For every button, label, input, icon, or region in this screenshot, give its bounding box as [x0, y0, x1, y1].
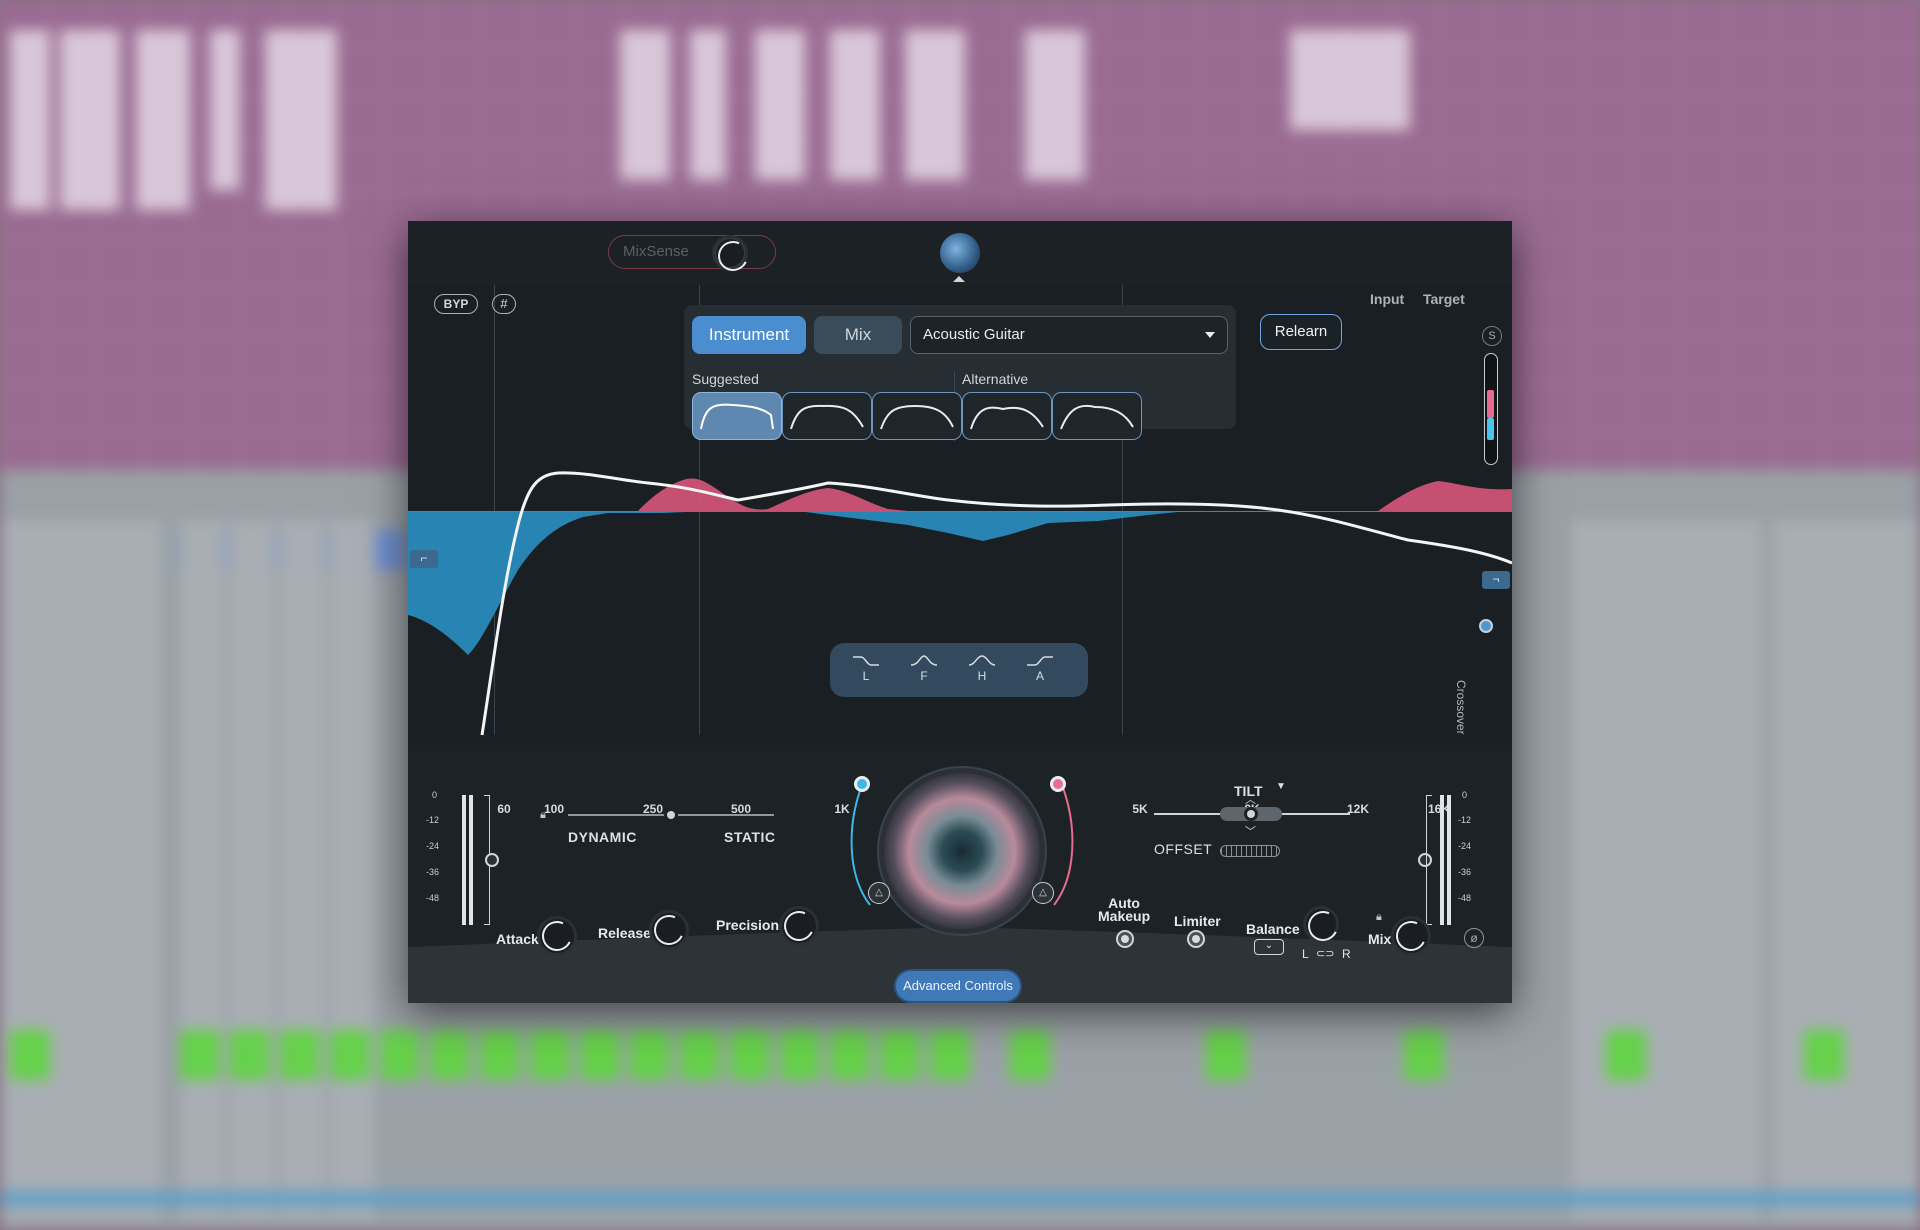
balance-mode-dropdown[interactable]: ⌄: [1254, 939, 1284, 955]
tab-instrument[interactable]: Instrument: [692, 316, 806, 354]
mode-letter: L: [862, 669, 870, 683]
lock-icon[interactable]: 🔒︎: [1376, 911, 1382, 924]
solo-button[interactable]: S: [1482, 326, 1502, 346]
preset-panel: Instrument Mix Acoustic Guitar Suggested…: [684, 305, 1236, 441]
mode-letter: F: [920, 669, 928, 683]
cut-area: [408, 511, 1512, 655]
eq-plugin-window: MixSense BYP # Input Target S Instrument: [408, 221, 1512, 1003]
mixsense-toggle[interactable]: MixSense: [608, 235, 776, 269]
crossover-label: Crossover: [1454, 680, 1468, 735]
mix-label: Mix: [1368, 931, 1392, 947]
preset-curve-thumbnail[interactable]: [692, 392, 782, 440]
auto-makeup-label: Auto Makeup: [1098, 895, 1151, 924]
low-shelf-icon: [853, 656, 879, 666]
chevron-down-icon[interactable]: ﹀: [1245, 823, 1256, 839]
low-triangle-icon[interactable]: △: [868, 882, 890, 904]
preset-curve-thumbnail[interactable]: [1052, 392, 1142, 440]
alternative-label: Alternative: [962, 371, 1029, 387]
instrument-dropdown-value: Acoustic Guitar: [923, 326, 1025, 343]
chevron-up-icon[interactable]: ︿: [1245, 791, 1256, 807]
dynamic-static-thumb[interactable]: [664, 808, 678, 822]
bell-filter-icon: [910, 655, 938, 666]
collapse-caret-icon[interactable]: [953, 276, 965, 282]
balance-label: Balance: [1246, 921, 1300, 937]
auto-makeup-toggle[interactable]: [1116, 930, 1134, 948]
offset-label: OFFSET: [1154, 841, 1213, 857]
bell-mode-button[interactable]: F: [906, 653, 942, 687]
mode-letter: H: [977, 669, 987, 683]
high-bell-mode-button[interactable]: H: [964, 653, 1000, 687]
chevron-down-icon[interactable]: ▼: [1276, 781, 1286, 792]
high-shelf-icon: [1027, 656, 1053, 666]
suggested-label: Suggested: [692, 371, 759, 387]
input-gain-handle[interactable]: [485, 853, 499, 867]
chevron-down-icon: [1205, 332, 1215, 338]
limiter-toggle[interactable]: [1187, 930, 1205, 948]
offset-slider[interactable]: [1220, 845, 1280, 857]
balance-right-label: R: [1342, 947, 1351, 961]
crossover-handle[interactable]: [1479, 619, 1493, 633]
lock-icon[interactable]: 🔒︎: [540, 809, 546, 822]
phase-invert-icon[interactable]: ø: [1464, 928, 1484, 948]
preset-curve-thumbnail[interactable]: [872, 392, 962, 440]
limiter-label: Limiter: [1174, 913, 1221, 929]
dynamic-label: DYNAMIC: [568, 829, 637, 845]
input-label[interactable]: Input: [1370, 291, 1404, 307]
plugin-header: MixSense: [408, 221, 1512, 286]
eq-mode-bar: L F H A: [830, 643, 1088, 697]
tilt-thumb[interactable]: [1244, 807, 1258, 821]
release-knob[interactable]: [652, 913, 686, 947]
precision-label: Precision: [716, 917, 780, 933]
high-triangle-icon[interactable]: △: [1032, 882, 1054, 904]
relearn-button[interactable]: Relearn: [1260, 314, 1342, 350]
high-cut-filter-icon[interactable]: ¬: [1482, 571, 1510, 589]
mixsense-label: MixSense: [623, 243, 689, 260]
low-shelf-mode-button[interactable]: L: [848, 653, 884, 687]
low-range-handle[interactable]: [854, 776, 870, 792]
plugin-logo-icon[interactable]: [940, 233, 980, 273]
low-cut-filter-icon[interactable]: ⌐: [410, 550, 438, 568]
mode-bar-pointer: [954, 689, 966, 695]
balance-knob[interactable]: [1306, 909, 1336, 939]
release-label: Release: [598, 925, 651, 941]
precision-knob[interactable]: [782, 909, 816, 943]
preset-curve-thumbnail[interactable]: [782, 392, 872, 440]
input-target-meter: [1484, 353, 1498, 465]
link-icon[interactable]: ⊂⊃: [1316, 947, 1334, 960]
control-section: 0 -12 -24 -36 -48 🔒︎ DYNAMIC STATIC △ △ …: [408, 751, 1512, 1003]
eq-display[interactable]: BYP # Input Target S Instrument Mix Acou…: [408, 285, 1512, 816]
mixsense-switch-knob: [715, 238, 745, 268]
boost-area: [1378, 481, 1512, 511]
mode-letter: A: [1035, 669, 1044, 683]
grid-toggle-icon[interactable]: #: [492, 294, 516, 314]
mix-knob[interactable]: [1394, 919, 1428, 953]
tab-mix[interactable]: Mix: [814, 316, 902, 354]
bypass-button[interactable]: BYP: [434, 294, 478, 314]
high-bell-icon: [968, 655, 996, 666]
balance-left-label: L: [1302, 947, 1309, 961]
static-label: STATIC: [724, 829, 776, 845]
attack-label: Attack: [496, 931, 539, 947]
attack-knob[interactable]: [540, 919, 574, 953]
preset-curve-thumbnail[interactable]: [962, 392, 1052, 440]
visualizer-orb: [884, 773, 1040, 929]
advanced-controls-button[interactable]: Advanced Controls: [896, 971, 1020, 1001]
instrument-dropdown[interactable]: Acoustic Guitar: [910, 316, 1228, 354]
high-shelf-mode-button[interactable]: A: [1022, 653, 1058, 687]
target-label[interactable]: Target: [1423, 291, 1465, 307]
high-range-handle[interactable]: [1050, 776, 1066, 792]
